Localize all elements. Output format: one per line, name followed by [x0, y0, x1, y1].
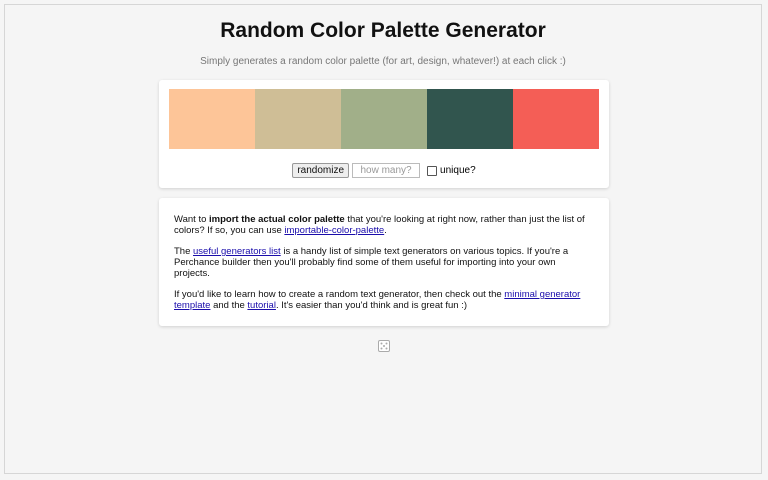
randomize-button[interactable]: randomize	[292, 163, 350, 178]
useful-generators-list-link[interactable]: useful generators list	[193, 246, 281, 257]
unique-checkbox[interactable]	[427, 165, 438, 176]
info-paragraph-generators: The useful generators list is a handy li…	[174, 246, 594, 279]
unique-label: unique?	[440, 165, 476, 176]
info-bold-text: import the actual color palette	[209, 214, 345, 225]
info-text: If you'd like to learn how to create a r…	[174, 289, 505, 300]
importable-color-palette-link[interactable]: importable-color-palette	[284, 225, 384, 236]
palette-card: randomize unique?	[159, 80, 609, 188]
color-swatch-4	[427, 89, 513, 149]
tutorial-link[interactable]: tutorial	[247, 300, 276, 311]
info-text: .	[384, 225, 387, 236]
dice-icon[interactable]	[378, 340, 390, 352]
color-swatch-3	[341, 89, 427, 149]
info-paragraph-tutorial: If you'd like to learn how to create a r…	[174, 289, 594, 311]
page-subtitle: Simply generates a random color palette …	[200, 56, 566, 67]
page-frame: Random Color Palette Generator Simply ge…	[4, 4, 762, 474]
info-text: The	[174, 246, 194, 257]
info-text: . It's easier than you'd think and is gr…	[275, 300, 468, 311]
how-many-input[interactable]	[352, 163, 421, 178]
info-card: Want to import the actual color palette …	[159, 198, 609, 326]
info-text: Want to	[174, 214, 210, 225]
palette-controls: randomize unique?	[159, 163, 609, 178]
color-swatch-1	[169, 89, 255, 149]
info-paragraph-import: Want to import the actual color palette …	[174, 214, 594, 236]
palette-swatches	[169, 89, 599, 149]
page-title: Random Color Palette Generator	[220, 19, 546, 42]
color-swatch-2	[255, 89, 341, 149]
info-text: and the	[210, 300, 248, 311]
color-swatch-5	[513, 89, 599, 149]
